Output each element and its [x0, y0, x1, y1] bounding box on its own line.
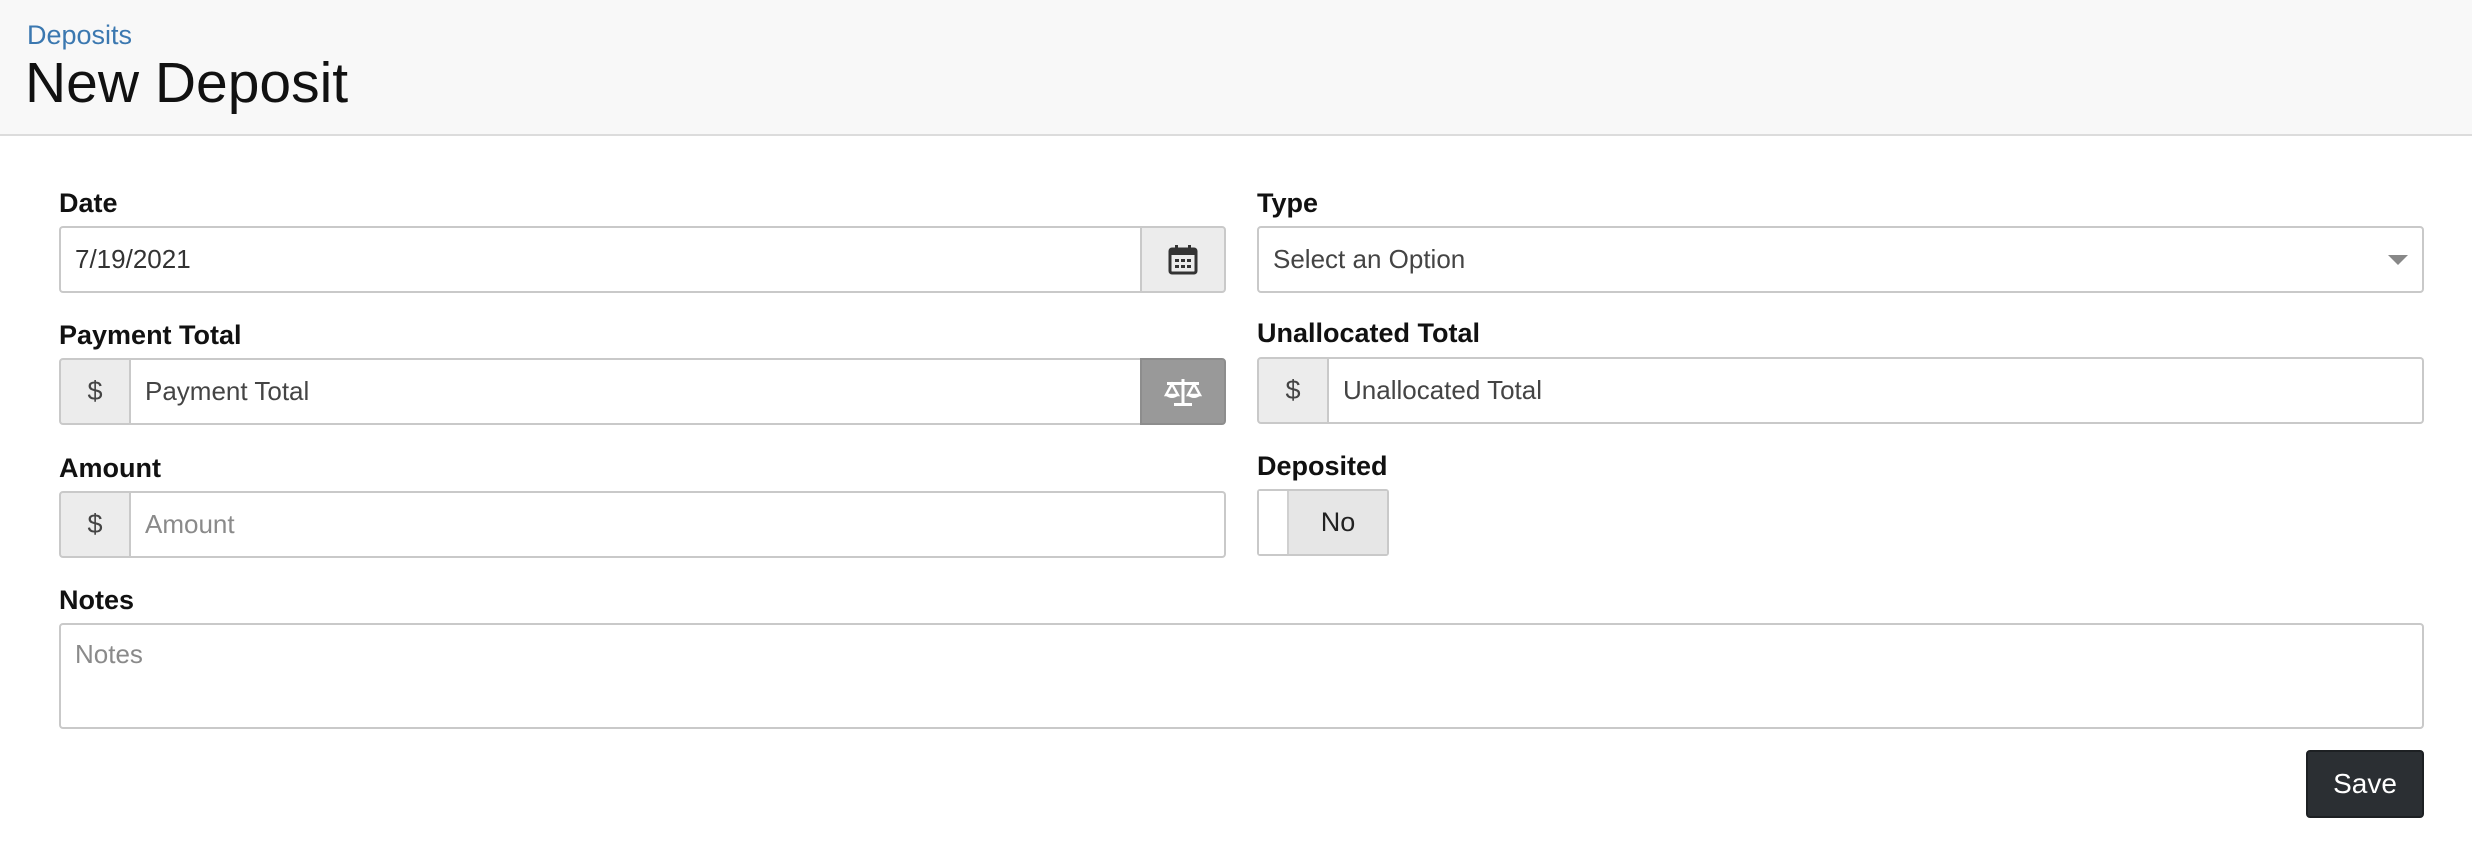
dollar-prefix: $	[1257, 357, 1329, 424]
notes-textarea[interactable]	[59, 623, 2424, 729]
unallocated-total-input[interactable]	[1329, 357, 2424, 424]
chevron-down-icon	[2388, 254, 2408, 265]
payment-total-input[interactable]	[131, 358, 1140, 425]
dollar-prefix: $	[59, 491, 131, 558]
deposit-form: Date Type Select an Option Payment Total	[0, 138, 2472, 864]
unallocated-total-label: Unallocated Total	[1257, 318, 1481, 348]
type-label: Type	[1257, 188, 1319, 218]
save-button[interactable]: Save	[2306, 750, 2424, 818]
amount-input[interactable]	[131, 491, 1226, 558]
balance-scale-icon	[1164, 378, 1202, 406]
notes-label: Notes	[59, 585, 135, 615]
calendar-icon	[1168, 244, 1198, 274]
page-title: New Deposit	[25, 51, 349, 115]
calendar-button[interactable]	[1140, 226, 1226, 293]
date-label: Date	[59, 188, 118, 218]
page-header: Deposits New Deposit	[0, 0, 2472, 136]
deposited-toggle[interactable]: No	[1257, 489, 1389, 556]
deposited-label: Deposited	[1257, 451, 1388, 481]
unallocated-total-input-group: $	[1257, 357, 2424, 424]
dollar-prefix: $	[59, 358, 131, 425]
toggle-handle	[1259, 491, 1289, 554]
type-select[interactable]: Select an Option	[1257, 226, 2424, 293]
payment-total-input-group: $	[59, 358, 1226, 425]
date-input-group	[59, 226, 1226, 293]
type-selected-value: Select an Option	[1273, 244, 1466, 274]
balance-button[interactable]	[1140, 358, 1226, 425]
payment-total-label: Payment Total	[59, 320, 242, 350]
deposited-state: No	[1289, 491, 1387, 554]
amount-input-group: $	[59, 491, 1226, 558]
date-input[interactable]	[59, 226, 1140, 293]
amount-label: Amount	[59, 453, 161, 483]
breadcrumb-deposits-link[interactable]: Deposits	[27, 20, 132, 51]
